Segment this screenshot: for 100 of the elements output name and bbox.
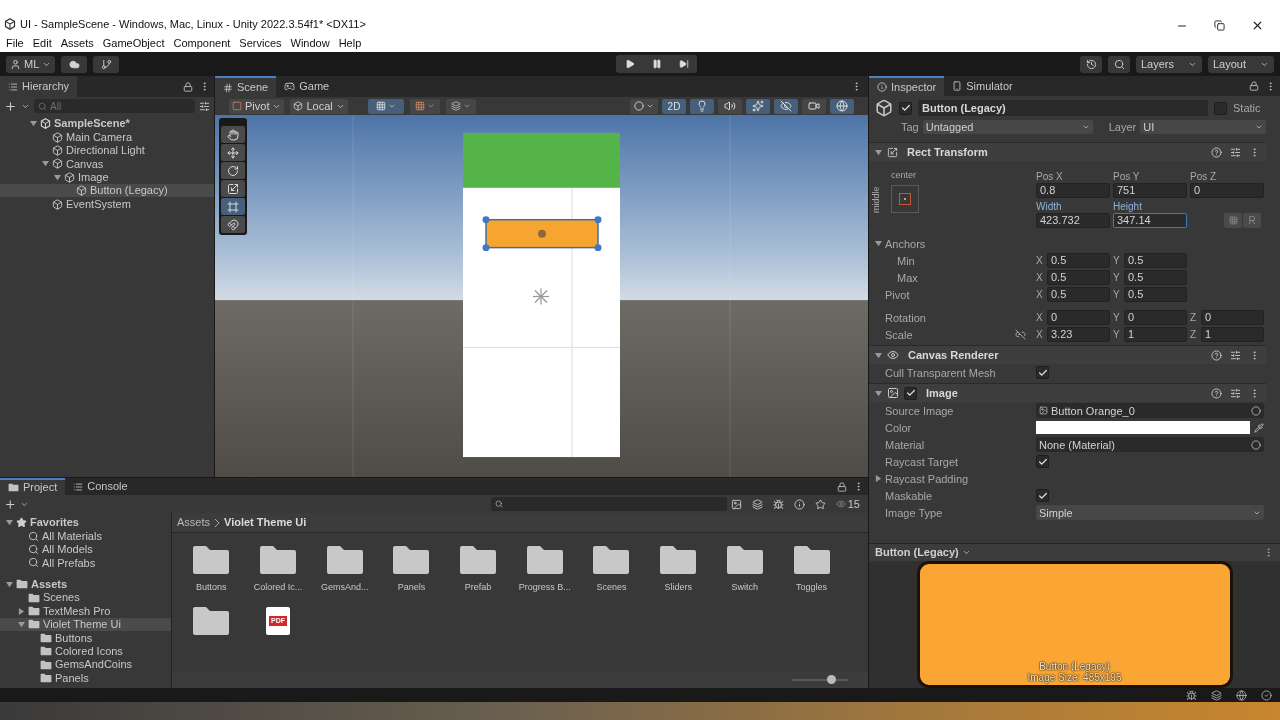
preset-icon[interactable] (1230, 146, 1241, 158)
add-icon[interactable] (4, 497, 17, 511)
active-checkbox[interactable] (899, 101, 912, 115)
expanded-arrow-icon[interactable] (875, 148, 882, 156)
lock-icon[interactable] (837, 481, 847, 492)
breadcrumb-link[interactable]: Violet Theme Ui (224, 514, 307, 531)
search-button[interactable] (1108, 55, 1130, 73)
number-field[interactable]: 751 (1113, 183, 1187, 199)
menu-item[interactable]: Services (239, 35, 282, 52)
view-toggle[interactable] (802, 98, 826, 114)
layout-dropdown[interactable]: Layout (1208, 55, 1274, 73)
tree-item[interactable]: Buttons (0, 631, 171, 645)
preset-icon[interactable] (1230, 349, 1241, 361)
menu-item[interactable]: Component (173, 35, 231, 52)
tree-item[interactable]: All Prefabs (0, 556, 171, 570)
menu-item[interactable]: GameObject (102, 35, 165, 52)
snap-button[interactable] (409, 98, 440, 114)
number-field[interactable]: 0 (1190, 183, 1264, 199)
layers-icon[interactable] (1211, 689, 1222, 701)
expanded-arrow-icon[interactable] (875, 351, 882, 359)
tree-item[interactable]: Image (0, 170, 214, 184)
object-field[interactable]: None (Material) (1036, 437, 1264, 453)
component-header[interactable]: Rect Transform (869, 142, 1266, 162)
asset-item[interactable]: GemsAnd... (311, 543, 379, 604)
lock-icon[interactable] (183, 81, 193, 92)
view-toggle[interactable] (718, 98, 742, 114)
number-field[interactable]: 0 (1201, 310, 1264, 326)
tree-item[interactable]: Directional Light (0, 143, 214, 158)
restore-icon[interactable] (1214, 20, 1225, 31)
view-toggle[interactable] (774, 98, 798, 114)
component-header[interactable]: Canvas Renderer (869, 345, 1266, 365)
expanded-arrow-icon[interactable] (875, 389, 882, 397)
color-field[interactable] (1036, 421, 1250, 435)
object-field[interactable]: Button Orange_0 (1036, 403, 1264, 419)
anchor-preset-button[interactable] (891, 185, 919, 214)
view-toggle[interactable] (830, 98, 854, 114)
search-field[interactable] (491, 497, 727, 511)
history-button[interactable] (1080, 55, 1102, 73)
filter-icon[interactable] (199, 100, 210, 112)
number-field[interactable]: 1 (1201, 327, 1264, 343)
number-field[interactable]: 0 (1047, 310, 1110, 326)
number-field[interactable]: 423.732 (1036, 213, 1110, 229)
pivot-dropdown[interactable]: Pivot (229, 98, 285, 114)
number-field[interactable]: 0.5 (1124, 270, 1187, 286)
checkbox[interactable] (1036, 366, 1049, 380)
panel-tab[interactable]: Simulator (944, 76, 1021, 97)
menu-item[interactable]: Window (290, 35, 330, 52)
number-field[interactable]: 0.5 (1124, 253, 1187, 269)
expanded-arrow-icon[interactable] (6, 519, 13, 527)
image-filter-icon[interactable] (730, 498, 742, 510)
number-field[interactable]: 3.23 (1047, 327, 1110, 343)
layer-dropdown[interactable]: UI (1140, 120, 1266, 135)
help-icon[interactable] (1211, 349, 1222, 361)
target-icon[interactable] (1251, 405, 1261, 416)
space-dropdown[interactable]: Local (290, 98, 348, 114)
help-icon[interactable] (1211, 146, 1222, 158)
blueprint-button[interactable] (1224, 213, 1242, 229)
expanded-arrow-icon[interactable] (30, 120, 37, 128)
hidden-count[interactable]: 15 (835, 495, 860, 513)
layers-dropdown[interactable]: Layers (1136, 55, 1202, 73)
info-icon[interactable] (793, 498, 805, 510)
grid-snap-button[interactable] (367, 98, 404, 114)
checkbox[interactable] (1036, 489, 1049, 503)
tree-item[interactable]: Violet Theme Ui (0, 617, 171, 632)
tree-item[interactable]: EventSystem (0, 197, 214, 211)
mode-2d-toggle[interactable]: 2D (662, 98, 686, 114)
expanded-arrow-icon[interactable] (54, 173, 61, 181)
panel-tab[interactable]: Game (276, 76, 338, 97)
globe-icon[interactable] (1236, 689, 1247, 701)
asset-item[interactable]: Scenes (578, 543, 645, 604)
expanded-arrow-icon[interactable] (875, 240, 882, 248)
asset-item[interactable]: Panels (378, 543, 445, 604)
add-icon[interactable] (4, 99, 17, 113)
slider-thumb[interactable] (827, 675, 837, 684)
menu-item[interactable]: Help (338, 35, 362, 52)
number-field[interactable]: 0.5 (1124, 287, 1187, 303)
menu-item[interactable]: File (6, 35, 24, 52)
star-icon[interactable] (814, 498, 826, 510)
collab-button[interactable] (93, 55, 120, 73)
number-field[interactable]: 1 (1124, 327, 1187, 343)
tool-button[interactable] (221, 144, 245, 161)
panel-tab[interactable]: Scene (215, 76, 277, 97)
expanded-arrow-icon[interactable] (42, 160, 49, 168)
number-field[interactable]: 0.5 (1047, 287, 1110, 303)
dropdown[interactable]: Simple (1036, 505, 1264, 521)
name-field[interactable]: Button (Legacy) (918, 100, 1208, 117)
link-icon[interactable] (1015, 329, 1026, 341)
tree-item[interactable]: GemsAndCoins (0, 657, 171, 672)
tree-item[interactable]: Button (Legacy) (0, 183, 214, 198)
number-field[interactable]: 0.8 (1036, 183, 1110, 199)
asset-item[interactable]: Sliders (644, 543, 712, 604)
collapsed-arrow-icon[interactable] (875, 475, 882, 483)
number-field[interactable]: 0.5 (1047, 253, 1110, 269)
tree-item[interactable]: Colored Icons (0, 644, 171, 658)
tree-item[interactable]: Favorites (0, 516, 171, 530)
tree-item[interactable]: SampleScene* (0, 117, 214, 131)
selected-button[interactable] (482, 216, 602, 252)
breadcrumb-link[interactable]: Assets (177, 514, 210, 531)
tool-button[interactable] (221, 180, 245, 197)
expanded-arrow-icon[interactable] (18, 620, 25, 628)
